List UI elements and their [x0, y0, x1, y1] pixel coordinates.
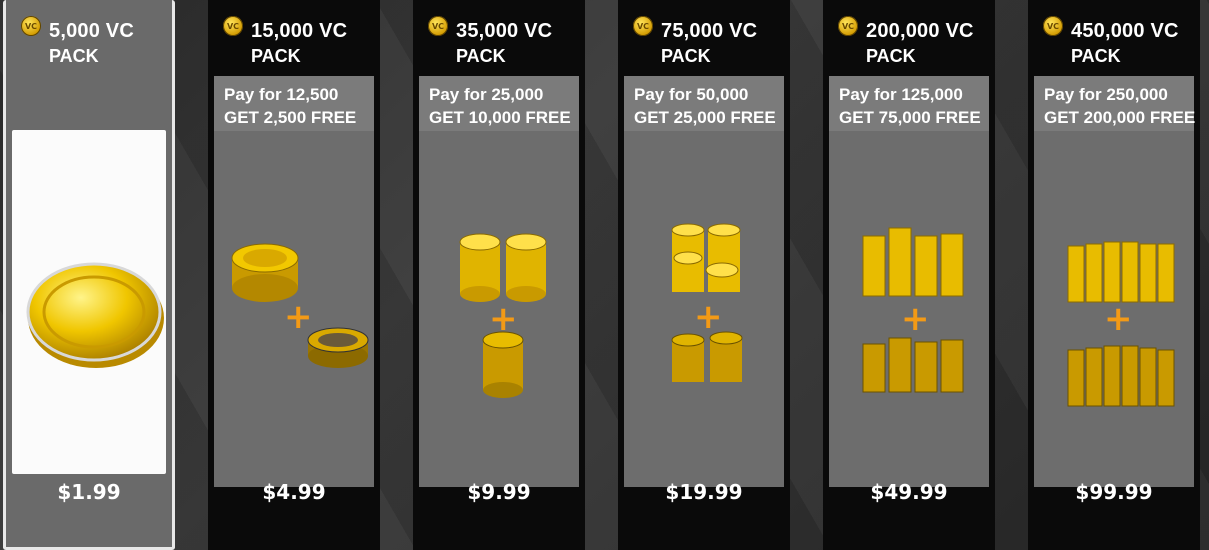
price-label: $1.99 [57, 480, 121, 504]
vc-pack-card-5000[interactable]: VC 5,000 VC PACK $1.99 [3, 0, 175, 550]
single-coin-icon [26, 262, 164, 368]
price-label: $99.99 [1075, 480, 1153, 504]
plus-icon: + [284, 297, 313, 337]
vc-pack-card-450000[interactable]: Pay for 250,000 GET 200,000 FREE VC 450,… [1028, 0, 1200, 550]
price-label: $19.99 [665, 480, 743, 504]
plus-icon: + [901, 299, 930, 339]
price-label: $4.99 [262, 480, 326, 504]
coin-stack-icon [459, 233, 547, 398]
vc-pack-card-75000[interactable]: Pay for 50,000 GET 25,000 FREE VC 75,000… [618, 0, 790, 550]
price-label: $9.99 [467, 480, 531, 504]
vc-pack-card-200000[interactable]: Pay for 125,000 GET 75,000 FREE VC 200,0… [823, 0, 995, 550]
vc-pack-card-15000[interactable]: Pay for 12,500 GET 2,500 FREE VC 15,000 … [208, 0, 380, 550]
vc-pack-card-35000[interactable]: Pay for 25,000 GET 10,000 FREE VC 35,000… [413, 0, 585, 550]
coin-stack-icon [862, 227, 964, 393]
coin-stack-icon [671, 223, 743, 382]
plus-icon: + [694, 297, 723, 337]
plus-icon: + [1104, 299, 1133, 339]
price-label: $49.99 [870, 480, 948, 504]
plus-icon: + [489, 299, 518, 339]
coin-stack-icon [231, 243, 369, 368]
coin-stack-icon [1067, 241, 1175, 407]
